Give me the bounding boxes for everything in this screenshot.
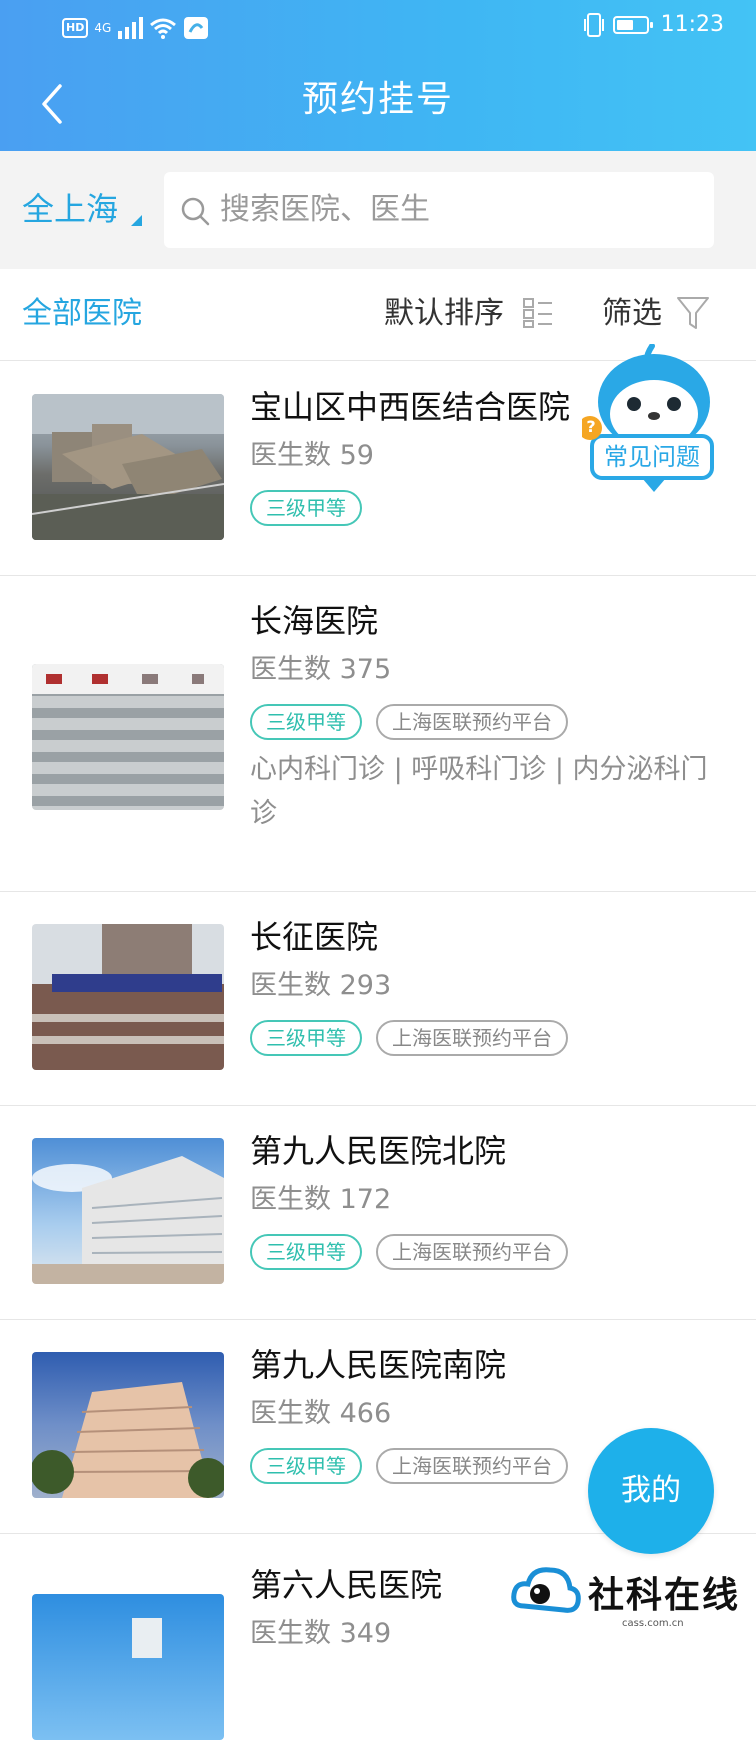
vibrate-icon: [583, 12, 604, 37]
platform-badge: 上海医联预约平台: [376, 1020, 568, 1056]
status-time: 11:23: [660, 12, 724, 37]
cellular-signal-icon: [118, 17, 144, 39]
level-badge: 三级甲等: [250, 1234, 362, 1270]
platform-badge: 上海医联预约平台: [376, 1234, 568, 1270]
app-header: HD 4G 11:23 预约挂号: [0, 0, 756, 151]
page-title: 预约挂号: [301, 79, 454, 120]
tab-all-hospitals[interactable]: 全部医院: [22, 291, 142, 337]
doctor-count: 医生数 375: [250, 654, 392, 685]
hospital-name: 第九人民医院南院: [250, 1346, 507, 1384]
watermark-logo: 社科在线 cass.com.cn: [510, 1560, 750, 1630]
sort-list-icon[interactable]: [522, 297, 554, 329]
hospital-photo: [32, 394, 224, 540]
wifi-icon: [150, 18, 177, 39]
level-badge: 三级甲等: [250, 704, 362, 740]
faq-mascot-icon: [578, 343, 714, 492]
search-placeholder: 搜索医院、医生: [220, 192, 430, 227]
message-app-icon: [184, 17, 209, 39]
list-item[interactable]: 长海医院 医生数 375 三级甲等 上海医联预约平台 心内科门诊 | 呼吸科门诊…: [0, 576, 756, 892]
level-badge: 三级甲等: [250, 490, 362, 526]
filter-funnel-icon[interactable]: [676, 295, 710, 331]
platform-badge: 上海医联预约平台: [376, 1448, 568, 1484]
hospital-name: 长海医院: [250, 602, 379, 640]
city-selector[interactable]: 全上海: [22, 186, 118, 232]
hd-icon: HD: [62, 18, 89, 38]
level-badge: 三级甲等: [250, 1448, 362, 1484]
list-item[interactable]: 第九人民医院北院 医生数 172 三级甲等 上海医联预约平台: [0, 1106, 756, 1320]
hospital-photo: [32, 664, 224, 810]
status-bar: HD 4G 11:23: [0, 0, 756, 56]
list-item[interactable]: 长征医院 医生数 293 三级甲等 上海医联预约平台: [0, 892, 756, 1106]
watermark-text: 社科在线: [588, 1574, 741, 1616]
level-badge: 三级甲等: [250, 1020, 362, 1056]
doctor-count: 医生数 172: [250, 1184, 392, 1215]
city-dropdown-icon[interactable]: [131, 215, 142, 226]
filter-button[interactable]: 筛选: [602, 291, 662, 337]
search-icon: [181, 197, 210, 226]
hospital-photo: [32, 1352, 224, 1498]
hospital-photo: [32, 1138, 224, 1284]
battery-icon: [612, 15, 653, 34]
hospital-name: 第九人民医院北院: [250, 1132, 507, 1170]
my-profile-button[interactable]: 我的: [588, 1428, 714, 1554]
watermark-subtext: cass.com.cn: [622, 1618, 684, 1629]
hospital-name: 长征医院: [250, 918, 379, 956]
faq-mascot-button[interactable]: ? 常见问题: [578, 343, 716, 516]
hospital-photo: [32, 1594, 224, 1740]
department-list: 心内科门诊 | 呼吸科门诊 | 内分泌科门诊: [250, 754, 708, 829]
search-input[interactable]: 搜索医院、医生: [164, 172, 714, 248]
faq-question-mark: ?: [586, 417, 596, 436]
doctor-count: 医生数 293: [250, 970, 392, 1001]
platform-badge: 上海医联预约平台: [376, 704, 568, 740]
sort-button[interactable]: 默认排序: [384, 291, 504, 337]
faq-label: 常见问题: [604, 443, 700, 471]
cloud-eye-icon: [511, 1567, 581, 1613]
signal-icon: 4G: [94, 21, 112, 35]
hospital-photo: [32, 924, 224, 1070]
